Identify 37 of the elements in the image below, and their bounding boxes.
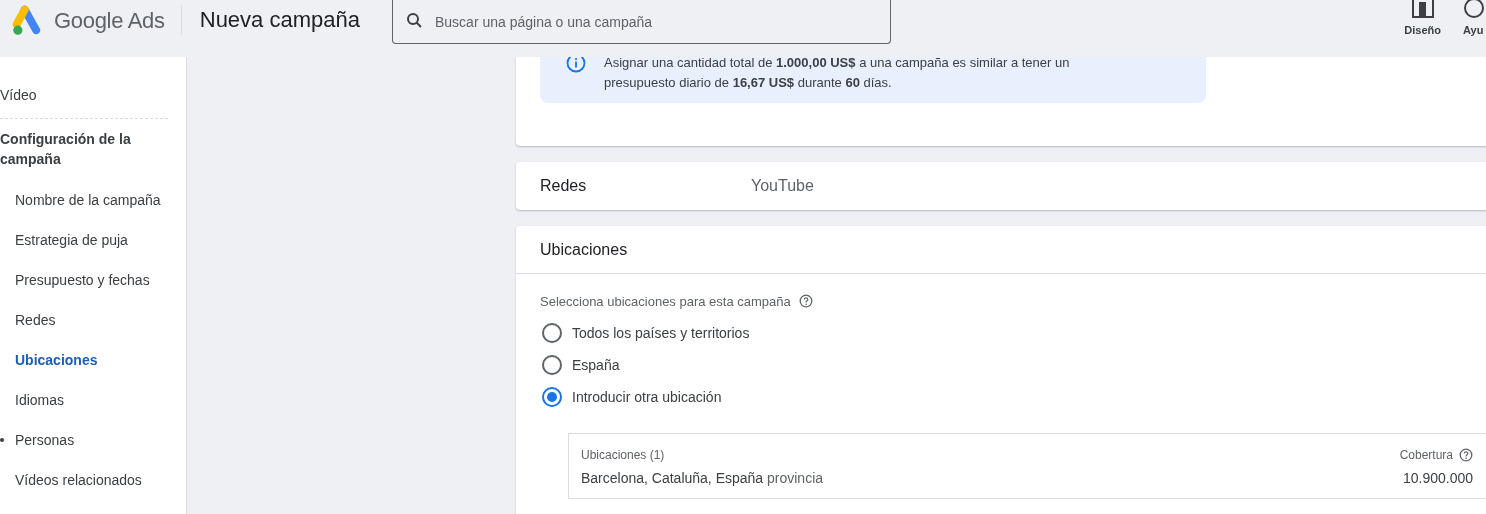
column-header: Cobertura [1399,448,1453,462]
option-label: España [572,357,620,373]
help-icon[interactable] [798,294,813,308]
sidebar-link[interactable]: Idiomas [15,392,65,408]
option-label: Todos los países y territorios [572,325,750,341]
sidebar-link[interactable]: Ubicaciones [15,352,98,368]
sidebar-link[interactable]: Redes [15,312,56,328]
location-cell: Barcelona, Cataluña, España provincia [581,470,824,486]
prompt-text: Selecciona ubicaciones para esta campaña [540,293,791,309]
search-field[interactable]: Buscar una página o una campaña [391,0,891,44]
radio-button[interactable] [542,355,562,375]
help-button[interactable]: Ayu [1463,24,1484,36]
radio-button[interactable] [542,323,562,343]
sidebar-link[interactable]: Presupuesto y fechas [15,272,150,288]
search-icon [405,12,424,30]
radio-button[interactable] [542,387,562,407]
help-icon [1463,0,1485,18]
column-header: Ubicaciones (1) [581,448,665,462]
layout-icon [1411,0,1434,18]
sidebar-link[interactable]: Vídeo [0,87,37,103]
layout-button[interactable]: Diseño [1404,24,1441,36]
sidebar-link[interactable]: Nombre de la campaña [15,192,161,208]
help-icon[interactable] [1459,448,1473,462]
section-label: Redes [540,177,588,195]
sidebar-link[interactable]: Vídeos relacionados [15,472,142,488]
option-label: Introducir otra ubicación [572,389,722,405]
page-title: Nueva campaña [199,7,360,33]
product-name: Google Ads [54,8,165,34]
coverage-cell: 10.900.000 [1402,470,1473,486]
networks-value: YouTube [751,177,814,195]
section-title: Ubicaciones [516,226,1486,274]
sidebar-link[interactable]: Estrategia de puja [15,232,128,248]
section-heading: Configuración de la campaña [0,130,132,169]
sidebar-link[interactable]: Personas [15,432,75,448]
info-icon [566,57,586,73]
info-text: Asignar una cantidad total de 1.000,00 US$ a una campaña es similar a tener un presupuesto diario de 16,67 US$ durante 60 días. [604,57,1071,92]
logo-icon [11,5,43,37]
